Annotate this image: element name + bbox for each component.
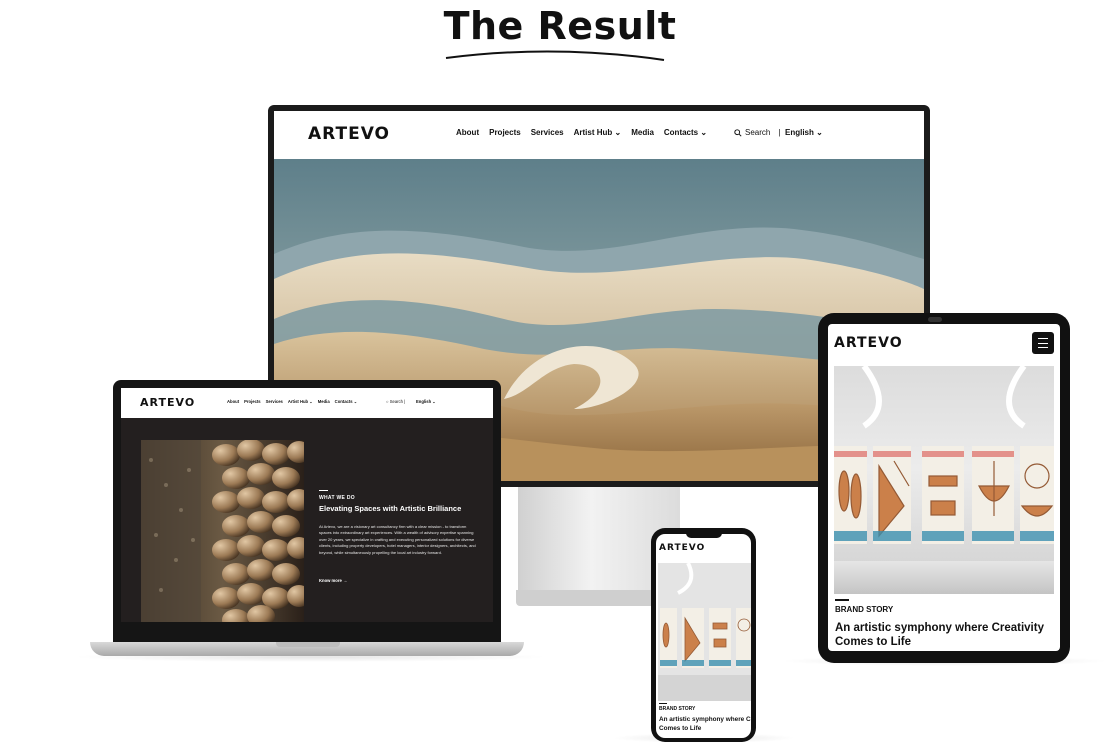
nav-item-media[interactable]: Media bbox=[631, 128, 654, 137]
tablet-site: ARTEVO BRAND STORY An artistic symphony … bbox=[828, 324, 1060, 651]
laptop-nav: About Projects Services Artist Hub ⌄ Med… bbox=[227, 399, 357, 404]
phone-notch bbox=[686, 532, 722, 538]
nav-item-about[interactable]: About bbox=[227, 399, 239, 404]
mobile-site: ARTEVO BRAND STORY An artistic symphony … bbox=[656, 534, 751, 738]
gallery-room-photo bbox=[834, 366, 1054, 594]
nav-item-services[interactable]: Services bbox=[266, 399, 283, 404]
underline-swoosh bbox=[445, 50, 665, 61]
page-heading: The Result bbox=[443, 4, 677, 48]
search-label: Search bbox=[389, 399, 403, 404]
gallery-room-photo bbox=[658, 563, 751, 701]
laptop-header: ARTEVO About Projects Services Artist Hu… bbox=[121, 388, 493, 418]
desktop-header: ARTEVO About Projects Services Artist Hu… bbox=[274, 111, 924, 159]
nav-item-artist-hub[interactable]: Artist Hub ⌄ bbox=[288, 399, 313, 404]
search-icon: ○ bbox=[386, 399, 389, 404]
chevron-down-icon: ⌄ bbox=[700, 128, 708, 137]
search-label: Search bbox=[745, 128, 771, 137]
nav-label: Contacts bbox=[663, 128, 699, 137]
nav-item-media[interactable]: Media bbox=[318, 399, 330, 404]
nav-item-projects[interactable]: Projects bbox=[244, 399, 261, 404]
nav-item-services[interactable]: Services bbox=[531, 128, 564, 137]
section-title: Elevating Spaces with Artistic Brillianc… bbox=[319, 504, 462, 513]
chevron-down-icon: ⌄ bbox=[309, 399, 313, 404]
brand-logo[interactable]: ARTEVO bbox=[308, 124, 390, 144]
section-divider bbox=[835, 599, 849, 601]
section-eyebrow: BRAND STORY bbox=[835, 605, 894, 614]
section-eyebrow: BRAND STORY bbox=[659, 706, 696, 712]
desktop-nav: About Projects Services Artist Hub ⌄ Med… bbox=[456, 128, 707, 137]
chevron-down-icon: ⌄ bbox=[432, 399, 436, 404]
language-label: English bbox=[416, 399, 432, 404]
brand-logo[interactable]: ARTEVO bbox=[834, 335, 903, 351]
section-title: An artistic symphony where Creativity Co… bbox=[659, 716, 751, 732]
language-label: English bbox=[785, 128, 814, 137]
chevron-down-icon: ⌄ bbox=[816, 128, 823, 137]
search-icon bbox=[734, 128, 742, 137]
nav-item-projects[interactable]: Projects bbox=[489, 128, 521, 137]
nav-label: Artist Hub bbox=[287, 399, 309, 404]
chevron-down-icon: ⌄ bbox=[353, 399, 358, 404]
laptop-notch bbox=[276, 642, 340, 647]
brand-logo[interactable]: ARTEVO bbox=[140, 396, 195, 409]
section-body: At Artevo, we are a visionary art consul… bbox=[319, 524, 476, 555]
chevron-down-icon: ⌄ bbox=[614, 128, 622, 137]
section-title: An artistic symphony where Creativity Co… bbox=[835, 622, 1044, 648]
search-button[interactable]: Search | bbox=[734, 128, 780, 137]
divider: | bbox=[778, 128, 781, 137]
hamburger-menu-icon[interactable] bbox=[1032, 332, 1054, 354]
scale-sculpture-photo bbox=[141, 440, 304, 622]
search-button[interactable]: ○ Search | bbox=[386, 399, 405, 404]
what-we-do-section: WHAT WE DO Elevating Spaces with Artisti… bbox=[121, 418, 493, 622]
nav-item-artist-hub[interactable]: Artist Hub ⌄ bbox=[574, 128, 622, 137]
laptop-site: ARTEVO About Projects Services Artist Hu… bbox=[121, 388, 493, 622]
language-selector[interactable]: English ⌄ bbox=[785, 128, 823, 137]
nav-label: Artist Hub bbox=[573, 128, 613, 137]
nav-item-contacts[interactable]: Contacts ⌄ bbox=[664, 128, 707, 137]
link-label: Know more bbox=[319, 578, 342, 583]
language-selector[interactable]: English ⌄ bbox=[416, 399, 436, 404]
section-divider bbox=[659, 703, 667, 704]
nav-item-contacts[interactable]: Contacts ⌄ bbox=[335, 399, 358, 404]
know-more-link[interactable]: Know more → bbox=[319, 578, 347, 583]
nav-label: Contacts bbox=[334, 399, 353, 404]
section-eyebrow: WHAT WE DO bbox=[319, 495, 355, 501]
section-divider bbox=[319, 490, 328, 491]
tablet-camera bbox=[928, 317, 942, 322]
nav-item-about[interactable]: About bbox=[456, 128, 479, 137]
arrow-right-icon: → bbox=[342, 578, 348, 583]
brand-logo[interactable]: ARTEVO bbox=[659, 543, 705, 553]
